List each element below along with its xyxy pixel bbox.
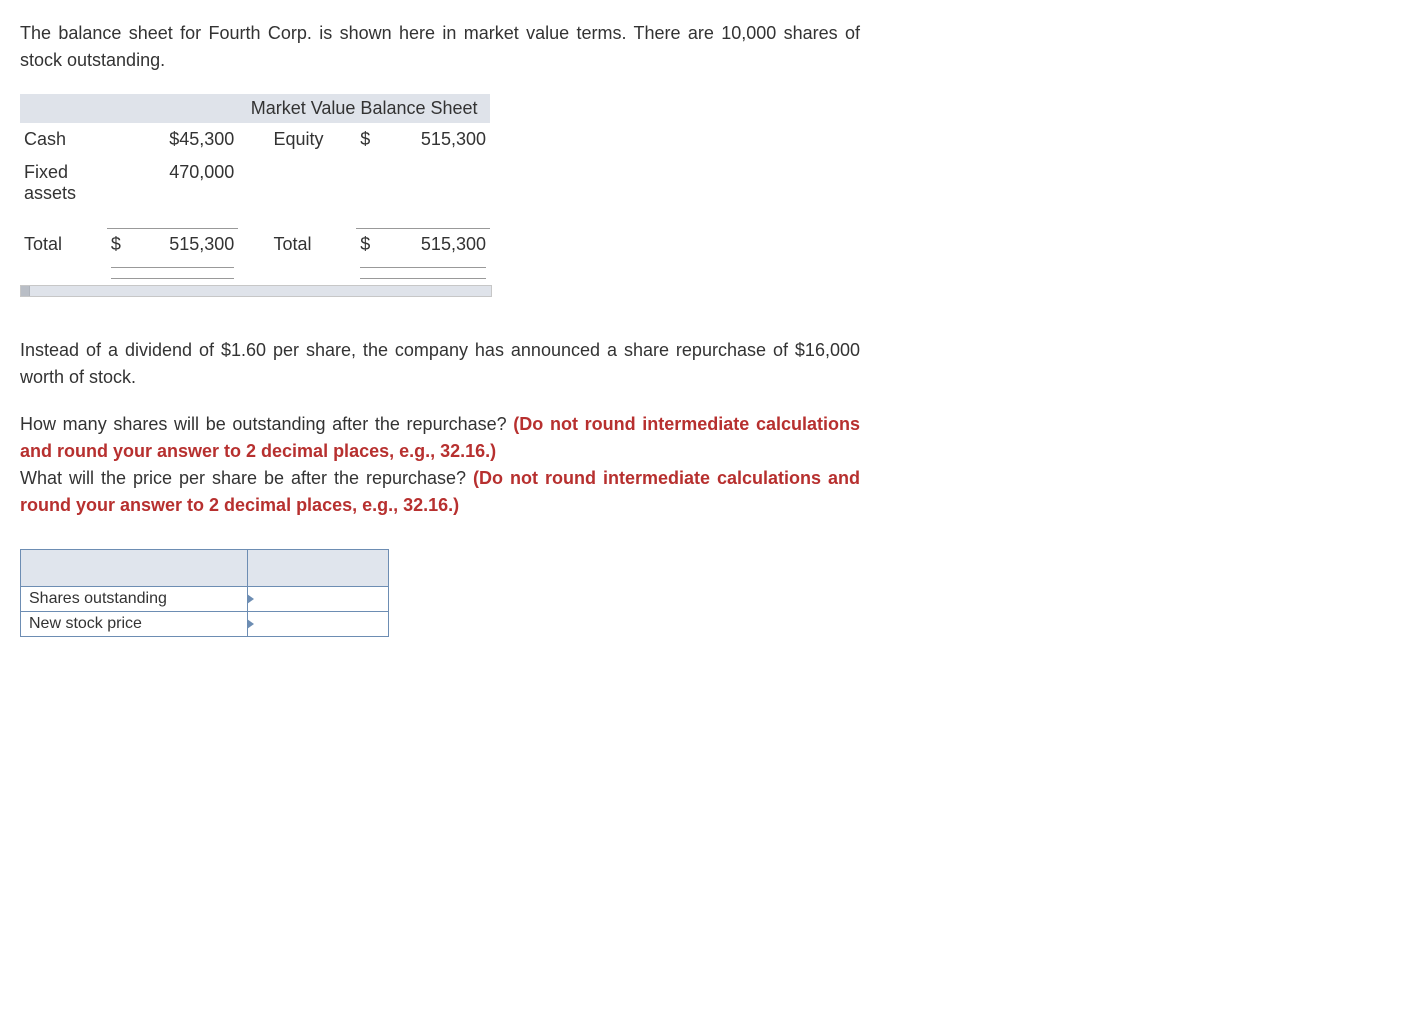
cash-label: Cash — [20, 123, 107, 156]
q2-text: What will the price per share be after t… — [20, 468, 473, 488]
equity-dollar: $ — [356, 123, 381, 156]
new-stock-price-label: New stock price — [21, 612, 248, 637]
shares-outstanding-label: Shares outstanding — [21, 587, 248, 612]
equity-value: 515,300 — [381, 123, 490, 156]
paragraph-2: Instead of a dividend of $1.60 per share… — [20, 337, 860, 391]
answer-header-left — [21, 550, 248, 587]
answer-header-right — [248, 550, 389, 587]
fixed-assets-value: 470,000 — [107, 156, 238, 210]
cash-value: $45,300 — [107, 123, 238, 156]
input-marker-icon — [247, 594, 254, 604]
total-left-dollar: $ — [111, 234, 121, 255]
input-marker-icon — [247, 619, 254, 629]
fixed-assets-label: Fixed assets — [20, 156, 107, 210]
total-left-label: Total — [20, 228, 107, 261]
horizontal-scrollbar[interactable] — [20, 285, 492, 297]
total-right-label: Total — [269, 228, 356, 261]
new-stock-price-input[interactable] — [248, 612, 388, 636]
q1-text: How many shares will be outstanding afte… — [20, 414, 513, 434]
intro-text: The balance sheet for Fourth Corp. is sh… — [20, 20, 860, 74]
scrollbar-thumb[interactable] — [21, 286, 30, 296]
questions-block: How many shares will be outstanding afte… — [20, 411, 860, 519]
equity-label: Equity — [269, 123, 356, 156]
total-right-value: 515,300 — [421, 234, 486, 255]
total-left-value: 515,300 — [169, 234, 234, 255]
shares-outstanding-input[interactable] — [248, 587, 388, 611]
total-right-dollar: $ — [360, 234, 370, 255]
answer-table: Shares outstanding New stock price — [20, 549, 389, 637]
balance-title: Market Value Balance Sheet — [238, 94, 490, 123]
balance-sheet-table: Market Value Balance Sheet Cash $45,300 … — [20, 94, 490, 279]
